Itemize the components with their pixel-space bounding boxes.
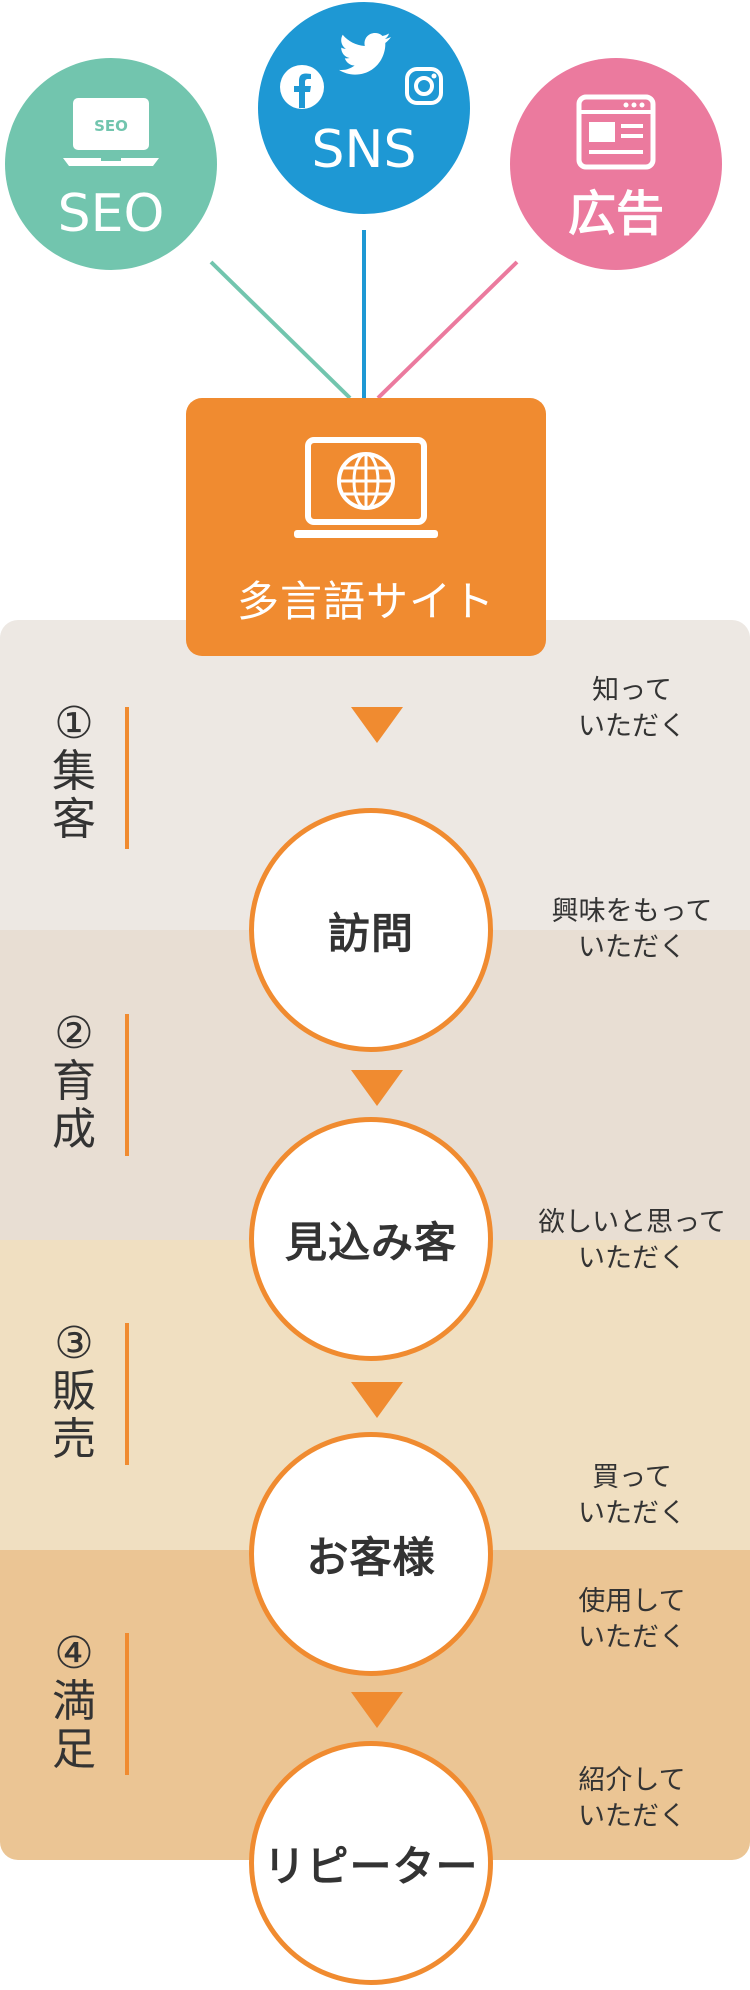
arrow-down-1 [351,707,403,743]
stage-label-4: ④満足 [52,1628,96,1775]
action-6-line2: いただく [578,1801,686,1832]
action-2: 興味をもって いただく [532,894,732,966]
step-visit: 訪問 [249,808,493,1052]
facebook-icon [280,65,324,109]
site-label: 多言語サイト [236,577,495,626]
action-2-line2: いただく [578,932,686,963]
source-sns-label: SNS [311,120,417,180]
stage-divider-2 [125,1014,129,1156]
action-3-line1: 欲しいと思って [538,1207,726,1238]
stage-divider-4 [125,1633,129,1775]
source-seo-label: SEO [57,184,165,244]
action-3: 欲しいと思って いただく [520,1205,744,1277]
arrow-down-2 [351,1070,403,1106]
source-sns: SNS [258,2,470,214]
action-6: 紹介して いただく [532,1763,732,1835]
stage-divider-1 [125,707,129,849]
laptop-seo-icon: SEO [63,98,159,166]
step-prospect: 見込み客 [249,1117,493,1361]
multilingual-site-card: 多言語サイト [186,398,546,656]
laptop-globe-icon [294,437,438,538]
connector-ad [376,260,519,400]
action-4-line2: いただく [578,1498,686,1529]
connector-seo [209,260,352,400]
arrow-down-4 [351,1692,403,1728]
stage-label-2: ②育成 [52,1008,96,1155]
action-4-line1: 買って [592,1462,672,1493]
twitter-icon [339,33,391,75]
source-ad-label: 広告 [567,186,664,242]
source-seo: SEO SEO [5,58,217,270]
browser-ad-icon [576,94,656,170]
step-customer: お客様 [249,1432,493,1676]
source-ad: 広告 [510,58,722,270]
action-1-line1: 知って [592,675,672,706]
stage-label-1: ①集客 [52,698,96,845]
stage-label-3: ③販売 [52,1318,96,1465]
action-5: 使用して いただく [532,1584,732,1656]
action-4: 買って いただく [532,1460,732,1532]
step-repeater: リピーター [249,1741,493,1985]
action-6-line1: 紹介して [578,1765,686,1796]
arrow-down-3 [351,1382,403,1418]
action-5-line1: 使用して [578,1586,686,1617]
action-1-line2: いただく [578,711,686,742]
action-3-line2: いただく [578,1243,686,1274]
instagram-icon [405,67,443,105]
action-2-line1: 興味をもって [551,896,713,927]
seo-screen-text: SEO [94,117,128,135]
stage-divider-3 [125,1323,129,1465]
action-5-line2: いただく [578,1622,686,1653]
action-1: 知って いただく [532,673,732,745]
